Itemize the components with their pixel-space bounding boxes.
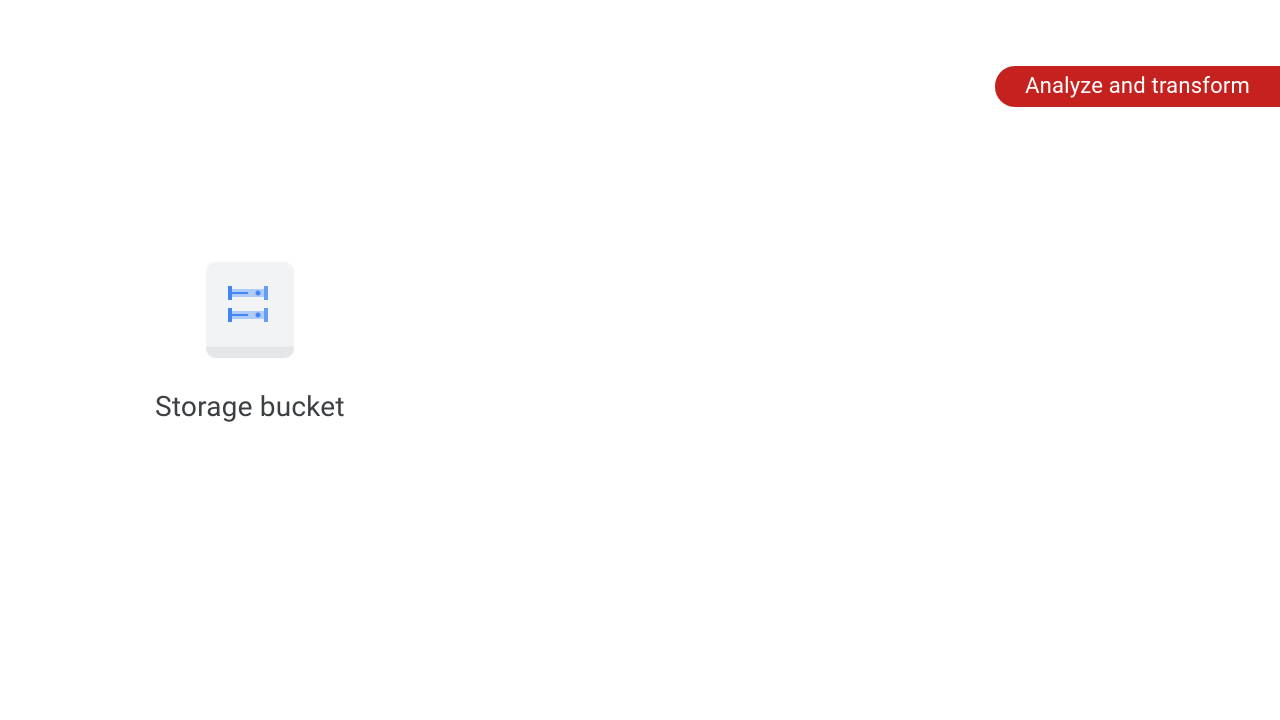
resource-label: Storage bucket bbox=[155, 390, 345, 423]
storage-servers-icon bbox=[226, 282, 274, 330]
storage-icon-tile bbox=[206, 262, 294, 358]
phase-badge-label: Analyze and transform bbox=[1025, 74, 1250, 99]
phase-badge: Analyze and transform bbox=[995, 66, 1280, 107]
resource-storage-bucket: Storage bucket bbox=[155, 262, 345, 423]
